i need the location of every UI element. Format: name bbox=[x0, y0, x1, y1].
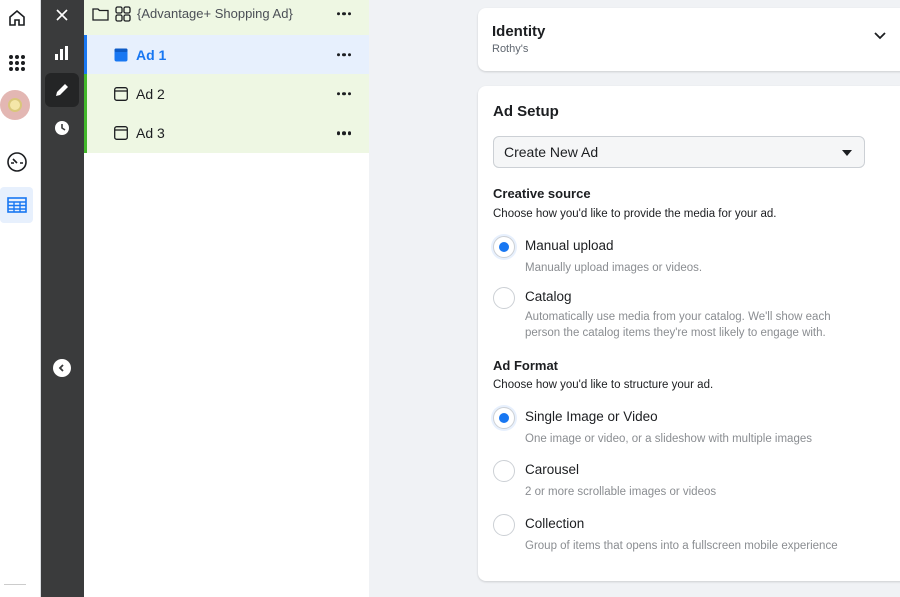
more-options-button[interactable] bbox=[336, 131, 351, 135]
single-image-radio[interactable] bbox=[493, 407, 515, 429]
reporting-button[interactable] bbox=[45, 36, 79, 70]
home-button[interactable] bbox=[0, 0, 33, 36]
option-description: Manually upload images or videos. bbox=[525, 262, 703, 274]
adset-label: {Advantage+ Shopping Ad} bbox=[137, 6, 293, 21]
option-label: Catalog bbox=[525, 289, 572, 304]
avatar-image bbox=[8, 98, 22, 112]
clock-icon bbox=[55, 121, 69, 135]
bar-chart-icon bbox=[55, 46, 68, 60]
tree-item-ad-3[interactable]: Ad 3 bbox=[84, 113, 369, 153]
tree-item-ad-2[interactable]: Ad 2 bbox=[84, 74, 369, 113]
dashboard-button[interactable] bbox=[0, 144, 33, 180]
table-icon bbox=[6, 197, 27, 213]
ad-format-description: Choose how you'd like to structure your … bbox=[493, 379, 714, 391]
creative-source-description: Choose how you'd like to provide the med… bbox=[493, 208, 777, 220]
option-description: Automatically use media from your catalo… bbox=[525, 311, 831, 339]
ad-label: Ad 1 bbox=[136, 46, 167, 63]
close-button[interactable] bbox=[45, 0, 79, 32]
catalog-radio[interactable] bbox=[493, 287, 515, 309]
ad-icon bbox=[114, 126, 128, 140]
ad-setup-dropdown-value: Create New Ad bbox=[504, 144, 599, 160]
identity-page-name: Rothy's bbox=[492, 43, 529, 55]
ad-icon bbox=[114, 48, 128, 61]
apps-grid-icon bbox=[8, 55, 25, 71]
creative-source-title: Creative source bbox=[493, 186, 591, 201]
history-button[interactable] bbox=[45, 111, 79, 145]
nav-divider bbox=[4, 584, 26, 585]
ad-icon bbox=[114, 86, 128, 101]
tree-selection-bar bbox=[84, 35, 87, 74]
more-options-button[interactable] bbox=[336, 11, 351, 16]
dashboard-gauge-icon bbox=[6, 152, 27, 172]
left-navigation bbox=[0, 0, 41, 597]
close-icon bbox=[56, 9, 68, 21]
option-label: Collection bbox=[525, 516, 585, 531]
pencil-icon bbox=[56, 84, 68, 96]
ad-format-title: Ad Format bbox=[493, 358, 558, 373]
ads-manager-button[interactable] bbox=[0, 187, 33, 223]
folder-icon bbox=[92, 7, 109, 21]
option-description: One image or video, or a slideshow with … bbox=[525, 433, 812, 445]
option-label: Manual upload bbox=[525, 238, 614, 253]
more-options-button[interactable] bbox=[336, 52, 351, 57]
carousel-radio[interactable] bbox=[493, 460, 515, 482]
home-icon bbox=[8, 9, 25, 26]
option-description: Group of items that opens into a fullscr… bbox=[525, 540, 838, 552]
advantage-grid-icon bbox=[115, 5, 131, 22]
editor-rail bbox=[41, 0, 84, 597]
ad-label: Ad 3 bbox=[136, 125, 165, 141]
chevron-down-icon[interactable] bbox=[874, 32, 886, 40]
option-description: 2 or more scrollable images or videos bbox=[525, 486, 717, 498]
more-options-button[interactable] bbox=[336, 91, 351, 96]
identity-title: Identity bbox=[492, 23, 546, 40]
identity-section[interactable]: Identity Rothy's bbox=[478, 8, 900, 71]
tree-item-ad-1[interactable]: Ad 1 bbox=[84, 35, 369, 74]
caret-down-icon bbox=[842, 150, 852, 156]
tree-item-adset[interactable]: {Advantage+ Shopping Ad} bbox=[84, 0, 369, 35]
campaign-tree: {Advantage+ Shopping Ad} Ad 1 Ad 2 Ad 3 bbox=[84, 0, 369, 597]
collection-radio[interactable] bbox=[493, 514, 515, 536]
collapse-button[interactable] bbox=[53, 359, 71, 377]
option-label: Single Image or Video bbox=[525, 409, 658, 424]
ad-editor: Identity Rothy's Ad Setup Create New Ad … bbox=[369, 0, 900, 597]
ad-setup-section: Ad Setup Create New Ad Creative source C… bbox=[478, 86, 900, 581]
ad-label: Ad 2 bbox=[136, 85, 165, 102]
ad-setup-title: Ad Setup bbox=[493, 103, 559, 120]
edit-button[interactable] bbox=[45, 73, 79, 107]
collapse-left-icon bbox=[58, 364, 64, 372]
account-avatar[interactable] bbox=[0, 90, 30, 120]
apps-button[interactable] bbox=[0, 45, 33, 81]
option-label: Carousel bbox=[525, 462, 580, 477]
manual-upload-radio[interactable] bbox=[493, 236, 515, 258]
ad-setup-dropdown[interactable]: Create New Ad bbox=[493, 136, 865, 168]
